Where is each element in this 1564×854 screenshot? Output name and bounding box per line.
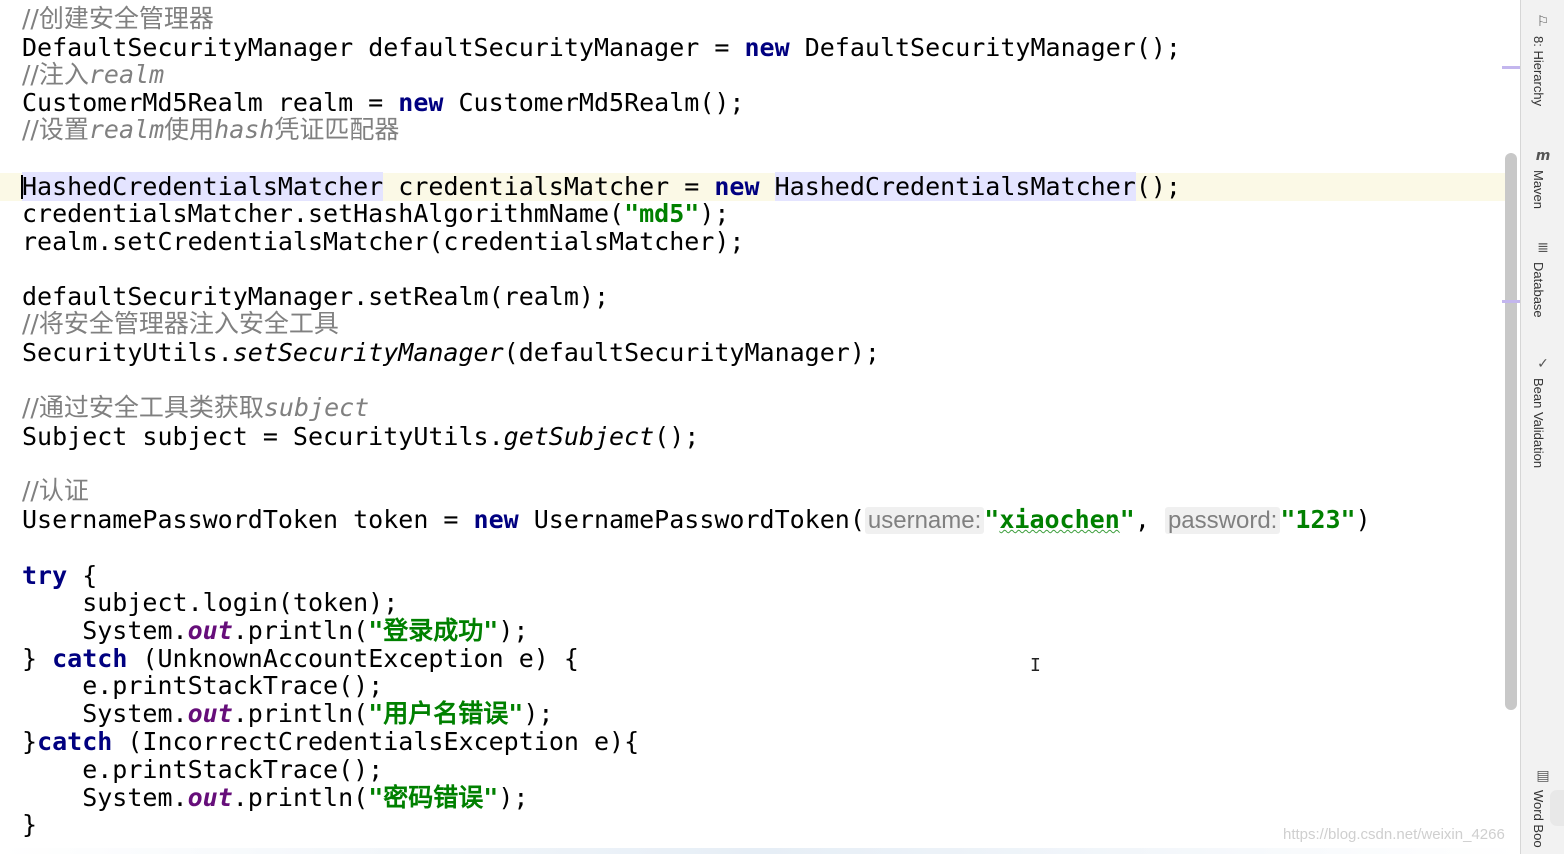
code-line-29: System.out.println("密码错误"); — [22, 783, 529, 812]
code-line-9: realm.setCredentialsMatcher(credentialsM… — [22, 227, 745, 256]
code-line-11: defaultSecurityManager.setRealm(realm); — [22, 282, 609, 311]
tool-label: 8: Hierarchy — [1531, 36, 1546, 107]
hierarchy-icon: ⚐ — [1536, 14, 1550, 30]
database-icon: ≣ — [1537, 240, 1549, 256]
code-line-23: System.out.println("登录成功"); — [22, 616, 529, 645]
code-line-18: //认证 — [22, 476, 89, 505]
code-line-5: //设置realm使用hash凭证匹配器 — [22, 115, 400, 144]
code-line-2: DefaultSecurityManager defaultSecurityMa… — [22, 33, 1181, 62]
tool-label: Maven — [1531, 170, 1546, 210]
code-line-21: try { — [22, 561, 98, 590]
code-line-28: e.printStackTrace(); — [22, 755, 384, 784]
bottom-decoration — [0, 848, 1520, 854]
vertical-scrollbar-thumb[interactable] — [1505, 153, 1517, 710]
maven-icon: m — [1535, 148, 1551, 164]
code-line-30: } — [22, 810, 38, 839]
right-tool-window-bar: ⚐ 8: Hierarchy m Maven ≣ Database ✓ Bean… — [1520, 0, 1564, 854]
code-editor[interactable]: //创建安全管理器 DefaultSecurityManager default… — [0, 0, 1520, 854]
tool-bean-validation[interactable]: ✓ Bean Validation — [1527, 356, 1559, 491]
book-icon: ▤ — [1536, 768, 1550, 784]
bean-validation-icon: ✓ — [1537, 356, 1549, 372]
code-line-7: HashedCredentialsMatcher credentialsMatc… — [22, 172, 1181, 201]
scroll-marker[interactable] — [1502, 66, 1520, 69]
code-line-4: CustomerMd5Realm realm = new CustomerMd5… — [22, 88, 745, 117]
code-line-16: Subject subject = SecurityUtils.getSubje… — [22, 422, 700, 451]
code-line-15: //通过安全工具类获取subject — [22, 393, 370, 422]
floating-tab-handle[interactable] — [1550, 790, 1564, 826]
tool-label: Database — [1531, 262, 1546, 318]
code-line-27: }catch (IncorrectCredentialsException e)… — [22, 727, 640, 756]
code-line-12: //将安全管理器注入安全工具 — [22, 309, 339, 338]
code-line-19: UsernamePasswordToken token = new Userna… — [22, 505, 1371, 534]
code-line-3: //注入realm — [22, 60, 165, 89]
code-line-26: System.out.println("用户名错误"); — [22, 699, 554, 728]
mouse-ibeam-cursor: I — [1030, 655, 1041, 676]
code-line-8: credentialsMatcher.setHashAlgorithmName(… — [22, 199, 730, 228]
code-line-24: } catch (UnknownAccountException e) { — [22, 644, 579, 673]
param-hint-password: password: — [1164, 507, 1281, 534]
tool-database[interactable]: ≣ Database — [1527, 240, 1559, 330]
code-line-22: subject.login(token); — [22, 588, 399, 617]
text-caret — [21, 175, 23, 199]
tool-hierarchy[interactable]: ⚐ 8: Hierarchy — [1527, 14, 1559, 129]
tool-label: Bean Validation — [1531, 378, 1546, 469]
watermark: https://blog.csdn.net/weixin_4266 — [1283, 826, 1505, 843]
param-hint-username: username: — [864, 507, 985, 534]
tool-label: Word Boo — [1531, 790, 1546, 848]
code-line-25: e.printStackTrace(); — [22, 671, 384, 700]
tool-maven[interactable]: m Maven — [1527, 148, 1559, 218]
code-line-13: SecurityUtils.setSecurityManager(default… — [22, 338, 880, 367]
code-line-1: //创建安全管理器 — [22, 4, 214, 33]
scroll-marker[interactable] — [1502, 300, 1520, 303]
